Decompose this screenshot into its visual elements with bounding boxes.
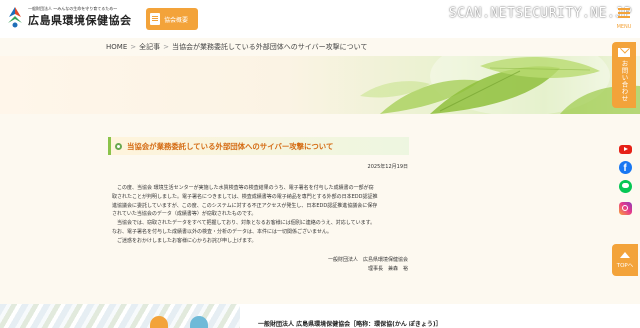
about-association-button[interactable]: 協会概要 [146, 8, 198, 30]
article-signature: 一般財団法人 広島県環境保健協会 理事長 兼森 裕 [290, 256, 408, 274]
line-icon [618, 179, 632, 193]
arrow-up-icon [620, 251, 630, 258]
breadcrumb: HOME > 全記事 > 当協会が業務委託している外部団体へのサイバー攻撃について [106, 42, 367, 52]
contact-label: お問い合わせ [620, 60, 628, 102]
breadcrumb-home[interactable]: HOME [106, 43, 127, 51]
menu-button[interactable]: MENU [612, 2, 636, 32]
article-date: 2025年12月19日 [367, 164, 408, 170]
breadcrumb-separator: > [130, 43, 137, 51]
instagram-link[interactable] [618, 201, 632, 215]
article-title-bar: 当協会が業務委託している外部団体へのサイバー攻撃について [108, 137, 409, 155]
logo-mark-icon [8, 7, 22, 28]
breadcrumb-all-articles[interactable]: 全記事 [139, 43, 160, 51]
article-paragraph: なお、電子署名を付与した成績書以外の検査・分析のデータは、本件には一切関係ござい… [112, 228, 332, 235]
about-association-label: 協会概要 [164, 16, 189, 24]
article-body: この度、当協会 環境生活センターが実施した水質検査等の検査結果のうち、電子署名を… [112, 184, 412, 246]
signature-person: 理事長 兼森 裕 [367, 266, 408, 272]
menu-label: MENU [616, 24, 632, 30]
back-to-top-label: TOPへ [616, 262, 634, 269]
document-icon [150, 13, 160, 25]
site-logo[interactable]: 一般財団法人 〜みんなの生命を守り育てるため〜 広島県環境保健協会 [6, 5, 132, 29]
instagram-icon [618, 201, 632, 215]
footer-org-name: 一般財団法人 広島県環境保健協会［略称：環保協(かん ぽきょう)］ [258, 321, 442, 328]
article-paragraph: されていた当協会のデータ（成績書等）が窃取されたものです。 [112, 211, 257, 218]
line-link[interactable] [618, 179, 632, 193]
article-paragraph: ご迷惑をおかけしましたお客様に心からお詫び申し上げます。 [112, 237, 257, 244]
breadcrumb-separator: > [163, 43, 169, 51]
article-paragraph: この度、当協会 環境生活センターが実施した水質検査等の検査結果のうち、電子署名を… [112, 185, 374, 191]
hero-banner-image [0, 56, 640, 114]
article-paragraph: 取されたことが判明しました。電子署名につきましては、検査成績書等の電子納品を専門… [112, 193, 378, 200]
youtube-icon [618, 144, 632, 154]
footer-marker-icon [150, 316, 168, 328]
facebook-icon: f [618, 160, 632, 174]
back-to-top-button[interactable]: TOPへ [612, 244, 638, 276]
youtube-link[interactable] [618, 142, 632, 156]
article-title: 当協会が業務委託している外部団体へのサイバー攻撃について [127, 141, 334, 151]
facebook-link[interactable]: f [618, 160, 632, 174]
watermark-text: SCAN.NETSECURITY.NE.JP [448, 6, 632, 21]
mail-icon [618, 48, 630, 57]
article-paragraph: 当協会では、窃取されたデータをすべて把握しており、対象となるお客様には個別に連絡… [112, 220, 376, 227]
contact-side-button[interactable]: お問い合わせ [612, 42, 636, 108]
hamburger-icon [618, 8, 630, 10]
breadcrumb-current: 当協会が業務委託している外部団体へのサイバー攻撃について [172, 43, 368, 51]
article-paragraph: 進協議会に委託していますが、この度、このシステムに対する不正アクセスが発生し、日… [112, 202, 378, 209]
footer-marker-icon [190, 316, 208, 328]
site-header: 一般財団法人 〜みんなの生命を守り育てるため〜 広島県環境保健協会 協会概要 S… [0, 0, 640, 38]
signature-org: 一般財団法人 広島県環境保健協会 [327, 257, 408, 263]
logo-name: 広島県環境保健協会 [28, 14, 132, 27]
bullet-circle-icon [115, 142, 122, 150]
